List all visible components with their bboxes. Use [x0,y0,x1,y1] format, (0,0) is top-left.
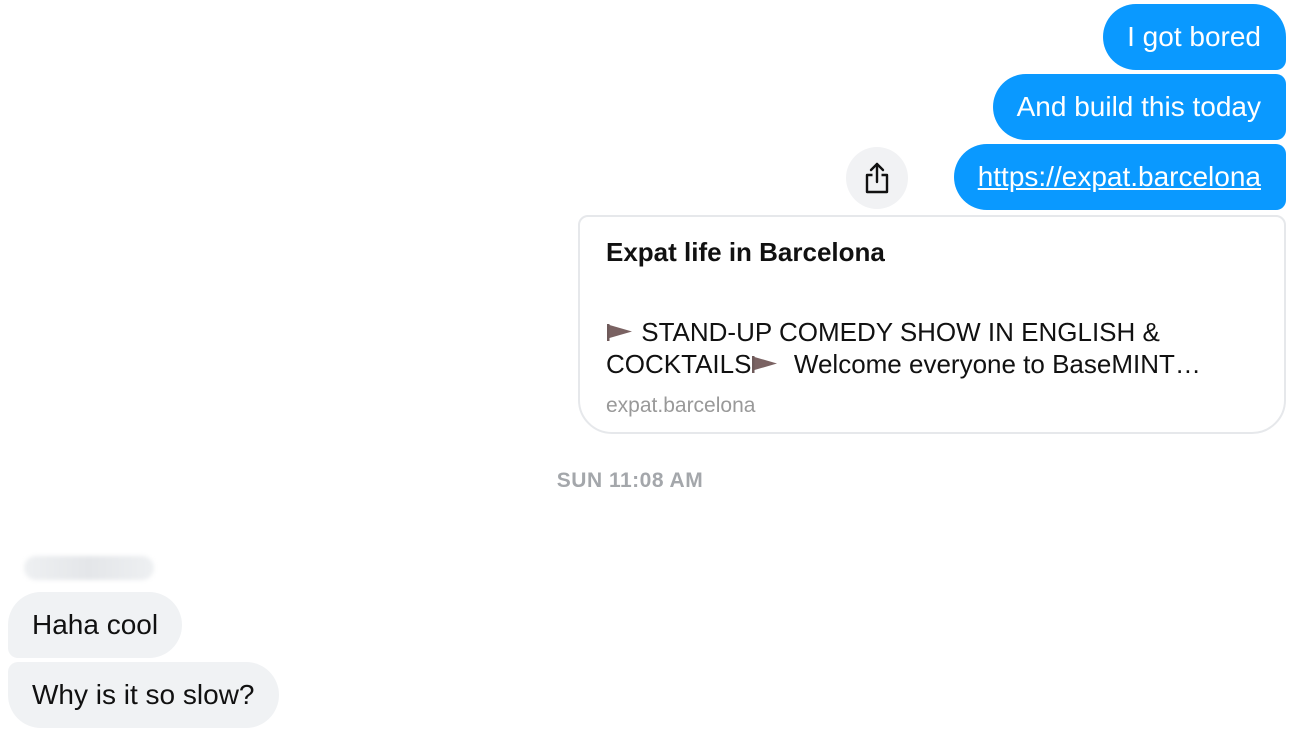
description-text: STAND-UP COMEDY SHOW IN ENGLISH & [634,317,1160,347]
sender-name-blurred [24,556,154,580]
link-preview-domain: expat.barcelona [606,394,756,417]
message-text: Haha cool [32,609,159,640]
message-link[interactable]: https://expat.barcelona [978,163,1261,191]
message-text: And build this today [1016,91,1261,122]
message-text: Why is it so slow? [32,679,255,710]
description-text: COCKTAILS [606,349,752,379]
outgoing-message[interactable]: And build this today [992,74,1286,140]
description-line: STAND-UP COMEDY SHOW IN ENGLISH & [606,316,1266,348]
outgoing-message[interactable]: I got bored [1103,4,1286,70]
link-preview-title: Expat life in Barcelona [606,237,885,267]
share-icon [865,162,889,194]
incoming-message[interactable]: Why is it so slow? [8,662,279,728]
triangular-flag-icon [607,324,632,342]
triangular-flag-icon [752,356,778,374]
message-timestamp: SUN 11:08 AM [556,469,704,492]
description-line: COCKTAILS Welcome everyone to BaseMINT… [606,348,1266,380]
link-preview-card[interactable]: Expat life in Barcelona STAND-UP COMEDY … [578,215,1286,434]
description-text: Welcome everyone to BaseMINT… [779,349,1201,379]
outgoing-link-message[interactable]: https://expat.barcelona [953,144,1286,210]
incoming-message[interactable]: Haha cool [8,592,183,658]
share-button[interactable] [846,147,908,209]
message-text: I got bored [1127,21,1261,52]
link-preview-description: STAND-UP COMEDY SHOW IN ENGLISH & COCKTA… [606,316,1266,380]
